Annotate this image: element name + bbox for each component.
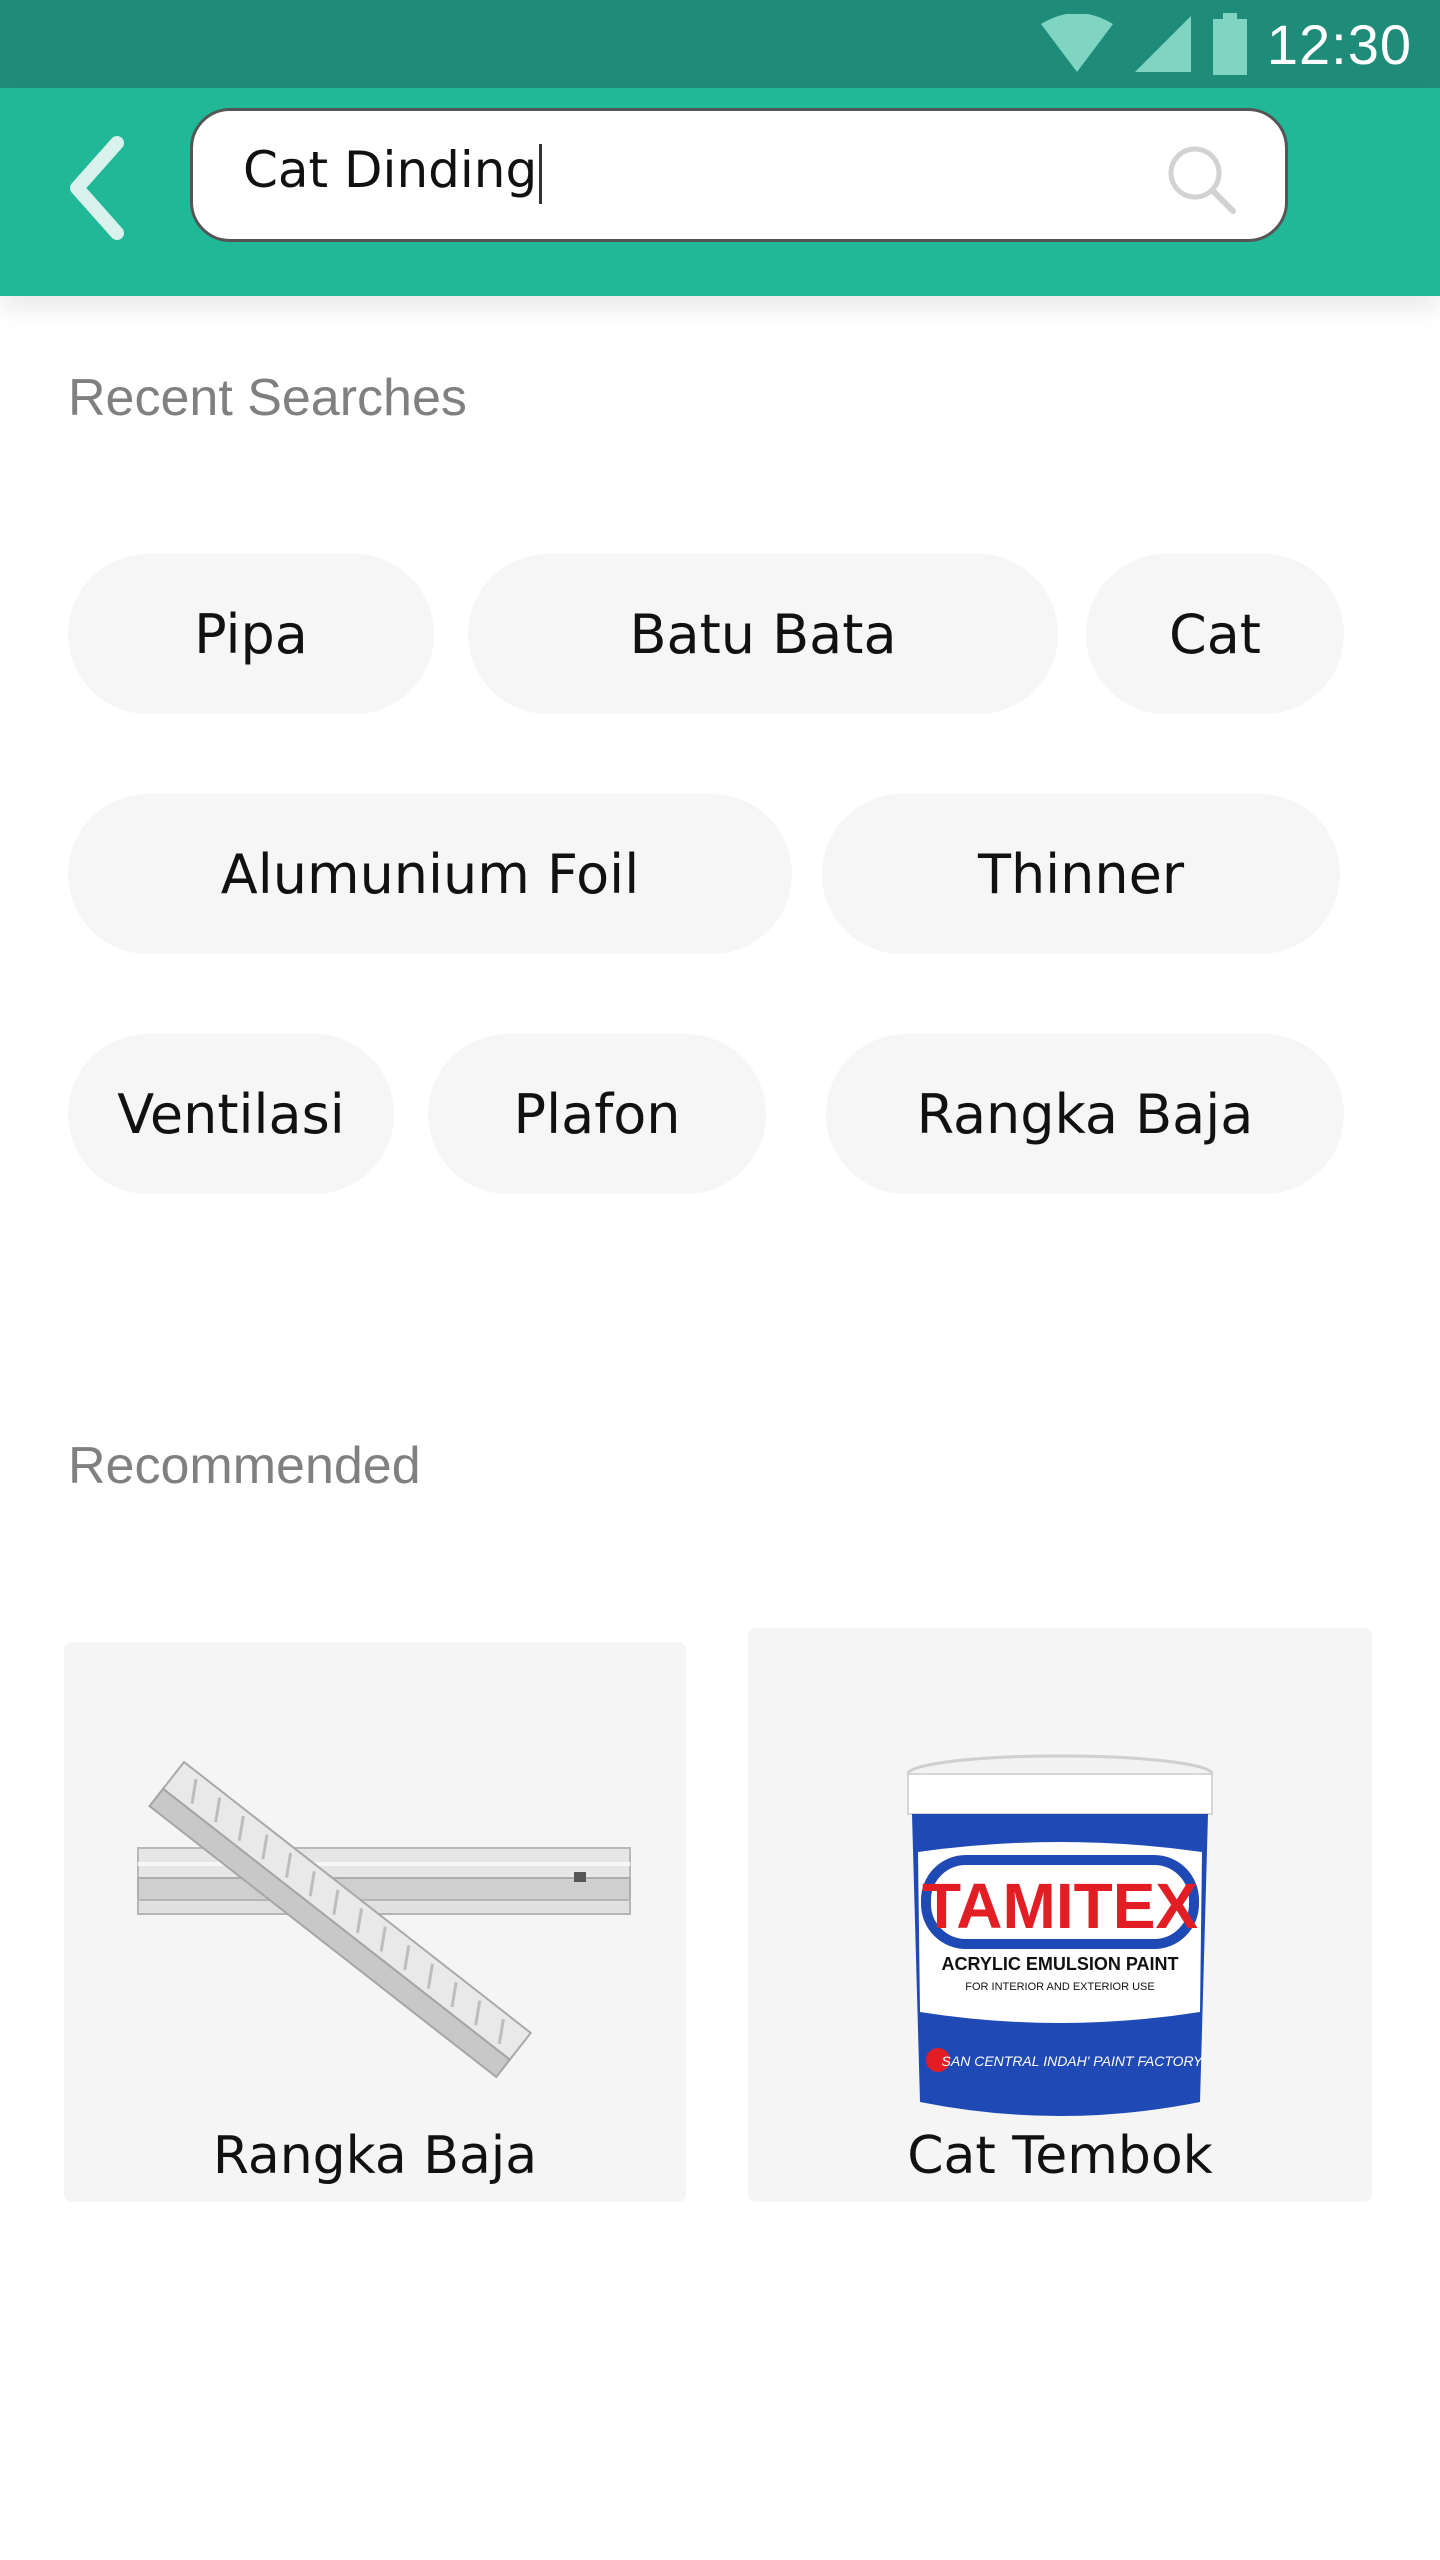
- recent-chip[interactable]: Thinner: [822, 794, 1340, 954]
- paint-bucket-image: TAMITEX ACRYLIC EMULSION PAINT FOR INTER…: [906, 1754, 1214, 2116]
- product-card-rangka-baja[interactable]: Rangka Baja: [64, 1642, 686, 2202]
- recent-chip[interactable]: Ventilasi: [68, 1034, 394, 1194]
- product-label: Rangka Baja: [212, 2126, 538, 2186]
- steel-frame-image: [137, 1760, 631, 2079]
- app-bar: Cat Dinding: [0, 88, 1440, 296]
- chevron-left-icon: [70, 136, 124, 240]
- paint-line3-text: SAN CENTRAL INDAH' PAINT FACTORY: [942, 2053, 1205, 2069]
- recent-chip[interactable]: Cat: [1086, 554, 1344, 714]
- recent-chip[interactable]: Rangka Baja: [826, 1034, 1344, 1194]
- search-input[interactable]: Cat Dinding: [243, 141, 1143, 211]
- status-icons: 12:30: [1039, 6, 1412, 82]
- text-caret: [539, 143, 543, 204]
- recent-searches-title: Recent Searches: [68, 369, 467, 427]
- recent-chip[interactable]: Batu Bata: [468, 554, 1058, 714]
- search-input-text: Cat Dinding: [243, 141, 538, 199]
- paint-line1-text: ACRYLIC EMULSION PAINT: [942, 1954, 1179, 1974]
- paint-brand-text: TAMITEX: [922, 1870, 1198, 1942]
- product-card-cat-tembok[interactable]: TAMITEX ACRYLIC EMULSION PAINT FOR INTER…: [748, 1628, 1372, 2202]
- status-time: 12:30: [1266, 12, 1412, 76]
- recommended-title: Recommended: [68, 1437, 421, 1495]
- status-bar: 12:30: [0, 0, 1440, 88]
- signal-icon: [1134, 16, 1191, 72]
- battery-icon: [1212, 13, 1247, 75]
- recent-chip[interactable]: Plafon: [428, 1034, 766, 1194]
- recent-chip[interactable]: Pipa: [68, 554, 434, 714]
- search-box[interactable]: Cat Dinding: [190, 108, 1288, 242]
- paint-line2-text: FOR INTERIOR AND EXTERIOR USE: [965, 1981, 1154, 1993]
- wifi-icon: [1040, 14, 1113, 72]
- back-button[interactable]: [58, 128, 138, 248]
- search-icon[interactable]: [1163, 141, 1239, 217]
- recent-chip[interactable]: Alumunium Foil: [68, 794, 792, 954]
- product-label: Cat Tembok: [907, 2126, 1213, 2186]
